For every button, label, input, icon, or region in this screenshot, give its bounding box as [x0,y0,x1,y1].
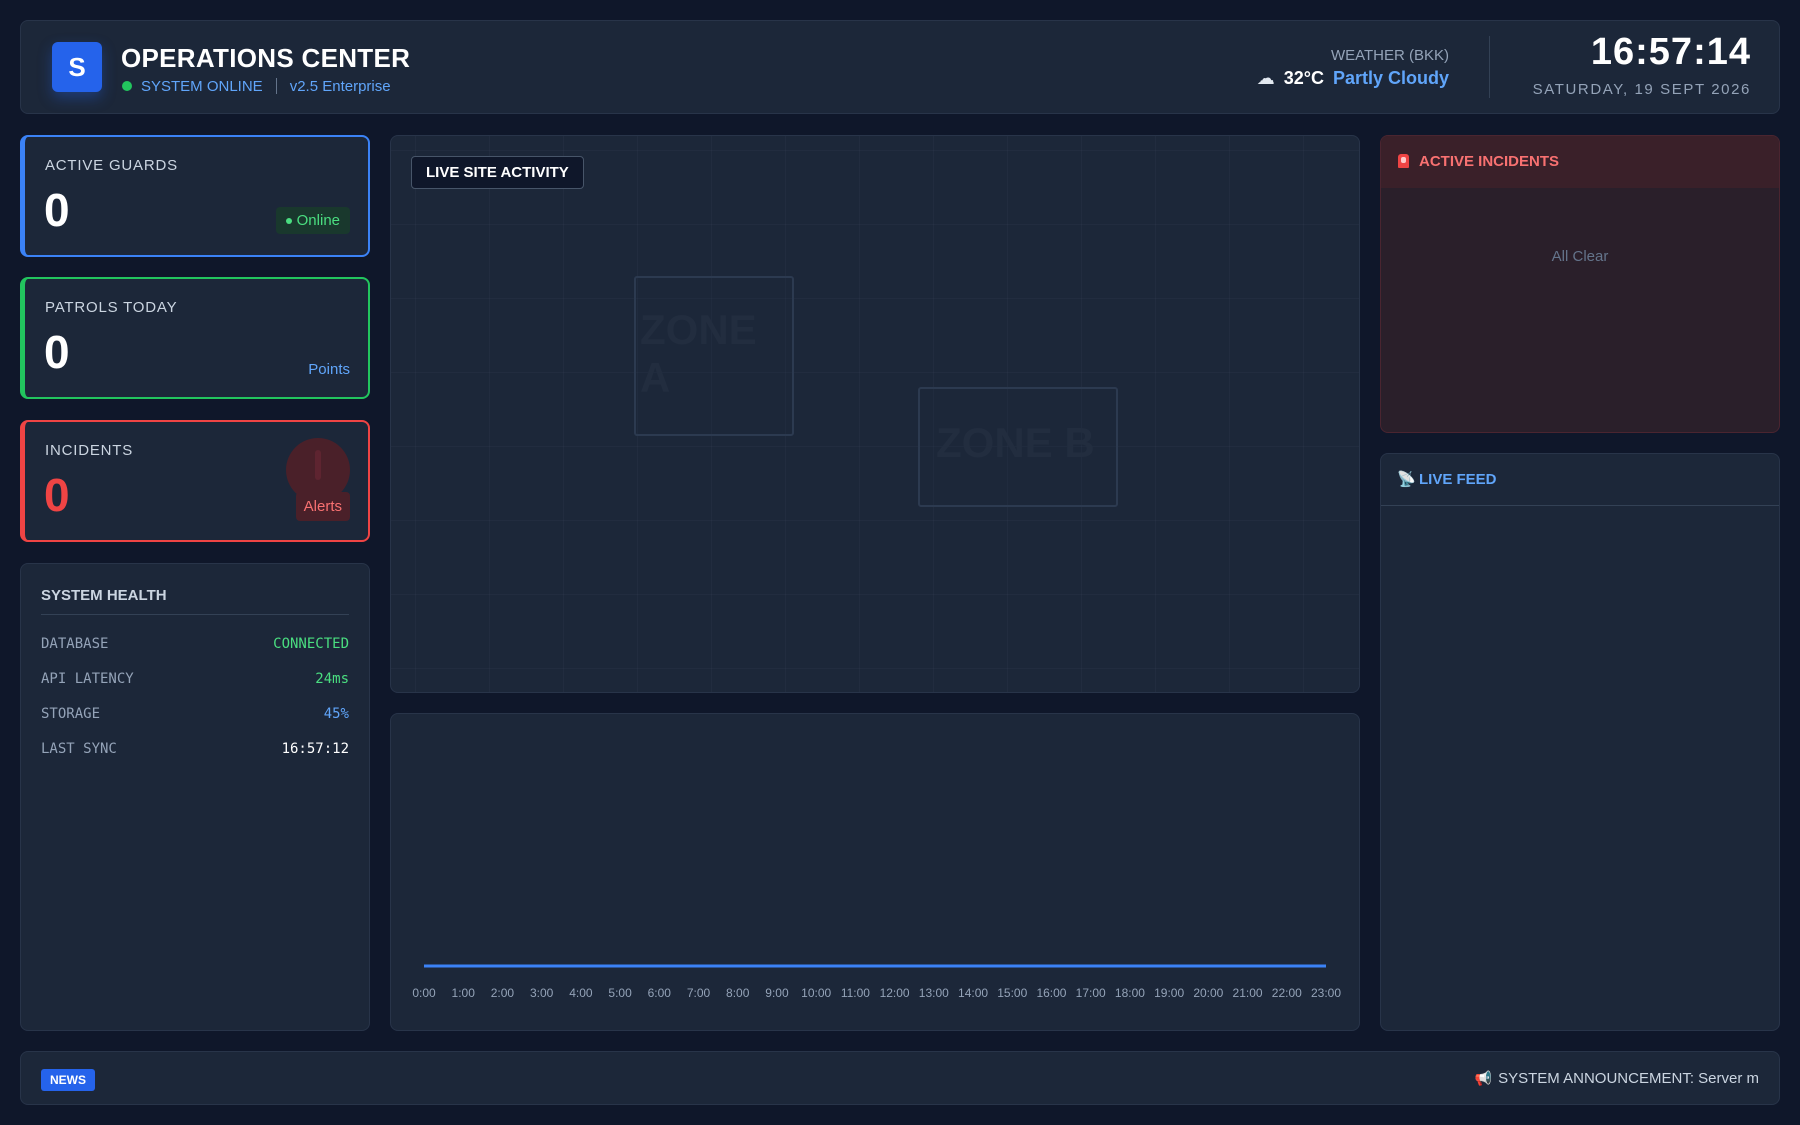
x-tick-label: 12:00 [880,986,910,1000]
x-tick-label: 5:00 [608,986,632,1000]
online-badge: Online [275,207,350,234]
live-site-map[interactable]: LIVE SITE ACTIVITY ZONE A ZONE B [390,135,1360,693]
stat-label: INCIDENTS [45,442,134,459]
news-ticker-bar: NEWS 📢 SYSTEM ANNOUNCEMENT: Server m [20,1051,1780,1105]
news-badge: NEWS [41,1069,95,1091]
feed-title: LIVE FEED [1419,471,1497,488]
patrols-today-card[interactable]: PATROLS TODAY 0 Points [20,277,370,399]
feed-header: 📡 LIVE FEED [1381,454,1779,506]
health-title: SYSTEM HEALTH [41,587,167,604]
health-divider [41,614,349,615]
x-tick-label: 23:00 [1311,986,1341,1000]
health-key: DATABASE [41,636,109,652]
x-tick-label: 9:00 [765,986,789,1000]
alerts-badge: Alerts [295,492,350,521]
zone-a-label: ZONE A [640,306,757,401]
satellite-icon: 📡 [1397,471,1416,488]
x-tick-label: 17:00 [1076,986,1106,1000]
status-dot-icon [122,81,132,91]
x-tick-label: 8:00 [726,986,750,1000]
ticker-message: 📢 SYSTEM ANNOUNCEMENT: Server m [1475,1070,1759,1087]
x-tick-label: 6:00 [648,986,672,1000]
online-badge-text: Online [296,212,340,229]
stat-label: PATROLS TODAY [45,299,178,316]
zone-b-label: ZONE B [936,419,1095,466]
x-tick-label: 21:00 [1233,986,1263,1000]
active-incidents-panel: ACTIVE INCIDENTS All Clear [1380,135,1780,433]
x-tick-label: 10:00 [801,986,831,1000]
health-row-api-latency: API LATENCY 24ms [41,671,349,691]
health-key: STORAGE [41,706,101,722]
x-tick-label: 13:00 [919,986,949,1000]
points-label: Points [308,361,350,378]
x-tick-label: 4:00 [569,986,593,1000]
status-divider [275,78,277,94]
health-value: 16:57:12 [281,741,349,757]
x-tick-label: 22:00 [1272,986,1302,1000]
clock-date: SATURDAY, 19 SEPT 2026 [1532,81,1751,98]
weather-condition: Partly Cloudy [1332,68,1449,88]
app-title: OPERATIONS CENTER [121,43,411,73]
health-value: 45% [323,706,349,722]
zone-a[interactable]: ZONE A [634,276,794,436]
map-label: LIVE SITE ACTIVITY [411,156,584,189]
live-feed-panel: 📡 LIVE FEED [1380,453,1780,1031]
health-key: API LATENCY [41,671,134,687]
x-tick-label: 15:00 [997,986,1027,1000]
stat-value: 0 [44,326,70,378]
app-logo: S [52,42,102,92]
online-dot-icon [285,218,292,225]
x-tick-label: 11:00 [841,986,870,1000]
incidents-title: ACTIVE INCIDENTS [1419,153,1560,170]
x-tick-label: 19:00 [1154,986,1184,1000]
system-health-panel: SYSTEM HEALTH DATABASE CONNECTED API LAT… [20,563,370,1031]
x-tick-label: 2:00 [491,986,515,1000]
hourly-activity-chart: 0:00 1:00 2:00 3:00 4:00 5:00 6:00 7:00 8:00 9:00… [390,713,1360,1031]
x-tick-label: 3:00 [530,986,554,1000]
incidents-header: ACTIVE INCIDENTS [1381,136,1779,188]
system-status: SYSTEM ONLINE v2.5 Enterprise [122,77,391,95]
health-row-last-sync: LAST SYNC 16:57:12 [41,741,349,761]
x-tick-label: 16:00 [1036,986,1066,1000]
health-value: 24ms [315,671,349,687]
alert-mark [315,450,321,480]
header-divider [1489,36,1490,98]
header-bar: S OPERATIONS CENTER SYSTEM ONLINE v2.5 E… [20,20,1780,114]
all-clear-text: All Clear [1551,248,1609,265]
incidents-card[interactable]: INCIDENTS 0 Alerts [20,420,370,542]
x-tick-label: 14:00 [958,986,988,1000]
x-tick-label: 7:00 [687,986,711,1000]
stat-value: 0 [44,184,70,236]
stat-value: 0 [44,469,70,521]
x-tick-label: 1:00 [452,986,476,1000]
x-tick-label: 0:00 [412,986,436,1000]
health-row-storage: STORAGE 45% [41,706,349,726]
zone-b[interactable]: ZONE B [918,387,1118,507]
map-grid [391,136,1359,692]
stat-label: ACTIVE GUARDS [45,157,178,174]
ticker-text: SYSTEM ANNOUNCEMENT: Server m [1498,1070,1759,1087]
active-guards-card[interactable]: ACTIVE GUARDS 0 Online [20,135,370,257]
status-text: SYSTEM ONLINE [141,77,263,95]
chart-canvas: 0:00 1:00 2:00 3:00 4:00 5:00 6:00 7:00 8:00 9:00… [412,964,1341,1000]
siren-icon [1398,154,1409,168]
x-tick-label: 18:00 [1115,986,1145,1000]
health-key: LAST SYNC [41,741,117,757]
x-tick-label: 20:00 [1193,986,1223,1000]
weather-label: WEATHER (BKK) [1330,47,1449,64]
health-row-database: DATABASE CONNECTED [41,636,349,656]
cloud-icon: ☁ [1256,68,1275,88]
version-text: v2.5 Enterprise [289,77,391,95]
weather-temperature: 32°C [1283,68,1324,88]
clock-time: 16:57:14 [1590,31,1751,73]
health-value: CONNECTED [273,636,349,652]
megaphone-icon: 📢 [1474,1070,1493,1086]
weather-widget: ☁ 32°C Partly Cloudy [1121,68,1449,89]
